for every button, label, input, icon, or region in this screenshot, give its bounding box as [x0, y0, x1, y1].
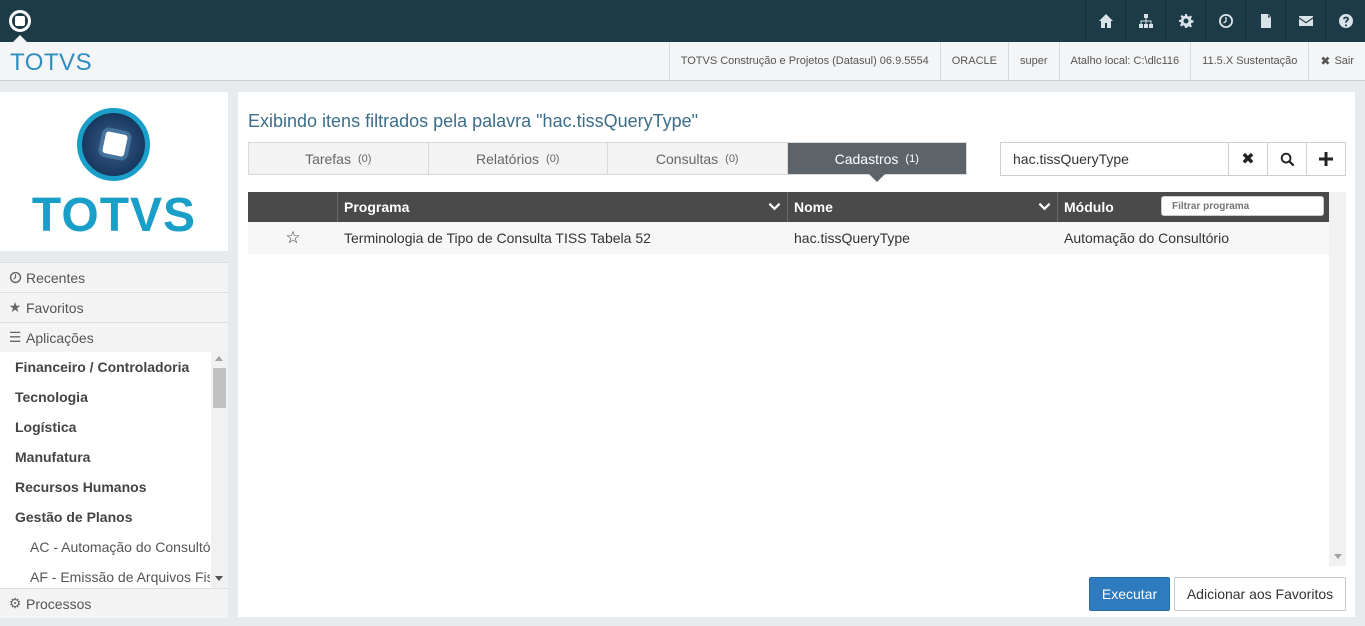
- cell-modulo: Automação do Consultório: [1064, 230, 1229, 246]
- add-button[interactable]: [1306, 143, 1345, 175]
- database-name: ORACLE: [939, 42, 1008, 80]
- gear-icon: ⚙: [8, 595, 22, 611]
- close-icon: ✖: [1320, 54, 1331, 68]
- session-info: TOTVS Construção e Projetos (Datasul) 06…: [668, 42, 1365, 80]
- tab-consultas[interactable]: Consultas (0): [608, 143, 788, 174]
- top-icons: [1085, 0, 1365, 42]
- filter-programa-input[interactable]: [1161, 196, 1324, 216]
- clock-icon[interactable]: [1205, 0, 1245, 42]
- version-label: 11.5.X Sustentação: [1190, 42, 1308, 80]
- column-modulo[interactable]: Módulo: [1058, 192, 1329, 222]
- app-item[interactable]: Manufatura: [0, 442, 210, 472]
- scroll-down-icon[interactable]: [1334, 554, 1342, 559]
- document-icon[interactable]: [1245, 0, 1285, 42]
- app-item[interactable]: Financeiro / Controladoria: [0, 352, 210, 382]
- menu-caret: [13, 35, 27, 42]
- applications-list: Financeiro / Controladoria Tecnologia Lo…: [0, 352, 228, 588]
- search-box: ✖: [1000, 142, 1346, 176]
- column-label: Programa: [344, 199, 410, 215]
- sidebar-menu: Recentes ★ Favoritos ☰ Aplicações: [0, 262, 228, 352]
- product-name: TOTVS Construção e Projetos (Datasul) 06…: [668, 42, 940, 80]
- user-name: super: [1008, 42, 1059, 80]
- scroll-up-icon[interactable]: [215, 356, 223, 361]
- star-icon: ★: [8, 299, 22, 315]
- sidebar-item-label: Recentes: [26, 269, 86, 286]
- tab-count: (1): [905, 152, 919, 165]
- column-programa[interactable]: Programa: [338, 192, 788, 222]
- sidebar-item-favoritos[interactable]: ★ Favoritos: [0, 292, 228, 322]
- search-button[interactable]: [1267, 143, 1306, 175]
- column-label: Nome: [794, 199, 833, 215]
- sidebar-item-aplicacoes[interactable]: ☰ Aplicações: [0, 322, 228, 352]
- sidebar-menu-bottom: ⚙ Processos: [0, 588, 228, 618]
- app-sub-item[interactable]: AC - Automação do Consultó: [0, 532, 210, 562]
- tab-count: (0): [725, 152, 739, 165]
- mail-icon[interactable]: [1285, 0, 1325, 42]
- tab-count: (0): [357, 152, 372, 165]
- sidebar-item-label: Aplicações: [26, 329, 94, 346]
- app-sub-item[interactable]: AF - Emissão de Arquivos Fis: [0, 562, 210, 588]
- sidebar-logo-text: TOTVS: [31, 189, 197, 242]
- brand-title: TOTVS: [10, 49, 93, 76]
- grid-header-favorite: [248, 192, 338, 222]
- tab-count: (0): [546, 152, 560, 165]
- gear-icon[interactable]: [1165, 0, 1205, 42]
- column-label: Módulo: [1064, 199, 1114, 215]
- close-icon: ✖: [1241, 151, 1255, 168]
- page-title: Exibindo itens filtrados pela palavra "h…: [248, 111, 699, 131]
- tab-label: Relatórios: [476, 150, 540, 167]
- tab-label: Cadastros: [834, 150, 899, 167]
- chevron-down-icon[interactable]: [768, 200, 781, 216]
- sidebar-item-label: Processos: [26, 595, 92, 612]
- sitemap-icon[interactable]: [1125, 0, 1165, 42]
- local-shortcut: Atalho local: C:\dlc116: [1058, 42, 1191, 80]
- favorite-star-icon[interactable]: ☆: [248, 222, 338, 254]
- app-item[interactable]: Logística: [0, 412, 210, 442]
- top-bar: [0, 0, 1365, 42]
- home-icon[interactable]: [1085, 0, 1125, 42]
- logout-button[interactable]: ✖ Sair: [1308, 42, 1365, 80]
- tab-tarefas[interactable]: Tarefas (0): [249, 143, 429, 174]
- totvs-logo-icon: [9, 10, 31, 32]
- clear-search-button[interactable]: ✖: [1228, 143, 1267, 175]
- scrollbar-thumb[interactable]: [213, 368, 226, 408]
- sidebar-item-recentes[interactable]: Recentes: [0, 262, 228, 292]
- sidebar-item-label: Favoritos: [26, 299, 84, 316]
- search-icon: [1280, 152, 1294, 166]
- sidebar-item-processos[interactable]: ⚙ Processos: [0, 588, 228, 618]
- results-grid: Programa Nome Módulo ☆ Terminologia de T…: [248, 192, 1346, 566]
- grid-header: Programa Nome Módulo: [248, 192, 1329, 222]
- tab-label: Tarefas: [305, 150, 351, 167]
- table-row[interactable]: ☆ Terminologia de Tipo de Consulta TISS …: [248, 222, 1329, 254]
- column-nome[interactable]: Nome: [788, 192, 1058, 222]
- totvs-globe-logo: [77, 108, 150, 181]
- clock-icon: [8, 271, 22, 284]
- main-panel: Exibindo itens filtrados pela palavra "h…: [238, 92, 1355, 617]
- tab-label: Consultas: [655, 150, 719, 167]
- app-item[interactable]: Recursos Humanos: [0, 472, 210, 502]
- chevron-down-icon[interactable]: [1038, 200, 1051, 216]
- help-icon[interactable]: [1325, 0, 1365, 42]
- list-icon: ☰: [8, 329, 22, 345]
- add-to-favorites-button[interactable]: Adicionar aos Favoritos: [1174, 577, 1346, 611]
- plus-icon: [1319, 152, 1333, 166]
- scroll-down-icon[interactable]: [215, 576, 223, 581]
- tab-relatorios[interactable]: Relatórios (0): [428, 143, 608, 174]
- grid-scrollbar[interactable]: [1329, 192, 1346, 566]
- app-item[interactable]: Gestão de Planos: [0, 502, 210, 532]
- search-input[interactable]: [1001, 143, 1228, 175]
- sidebar-logo: TOTVS: [0, 92, 228, 251]
- result-tabs: Tarefas (0) Relatórios (0) Consultas (0)…: [248, 142, 967, 182]
- tab-cadastros[interactable]: Cadastros (1): [787, 143, 966, 182]
- app-item[interactable]: Tecnologia: [0, 382, 210, 412]
- logout-label: Sair: [1334, 55, 1354, 67]
- cell-nome: hac.tissQueryType: [794, 230, 910, 246]
- cell-programa: Terminologia de Tipo de Consulta TISS Ta…: [344, 230, 651, 246]
- header-bar: TOTVS TOTVS Construção e Projetos (Datas…: [0, 42, 1365, 81]
- sidebar-scrollbar[interactable]: [211, 352, 228, 588]
- execute-button[interactable]: Executar: [1089, 577, 1170, 611]
